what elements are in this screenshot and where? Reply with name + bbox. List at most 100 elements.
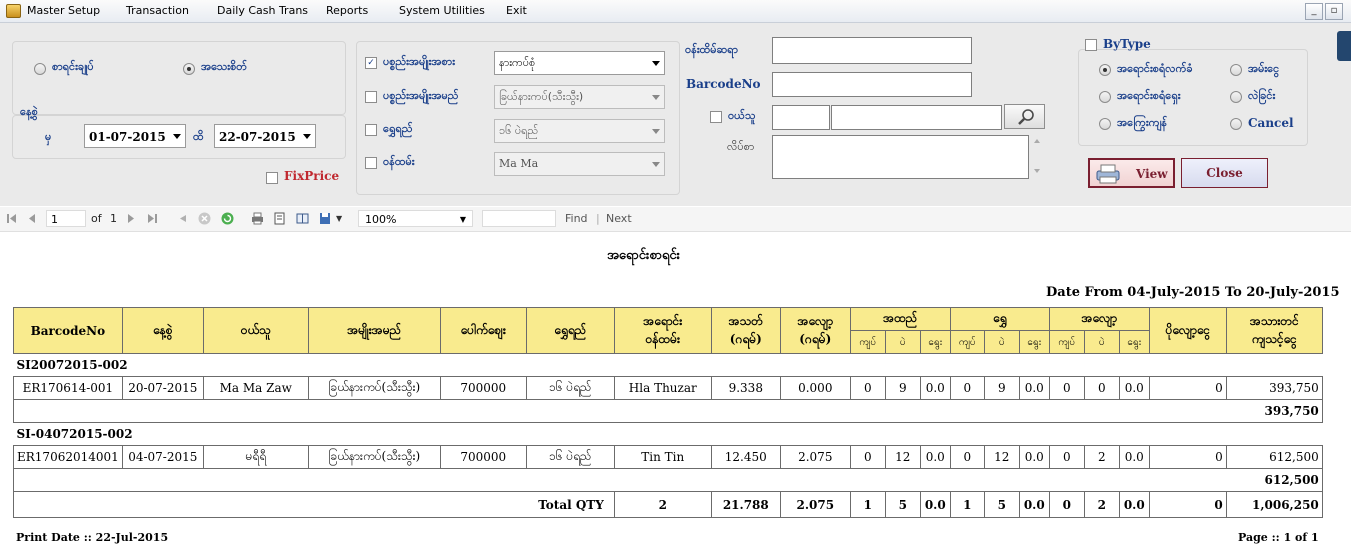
cell-customer: မရီရီ (202, 445, 309, 469)
radio-opt6[interactable] (1230, 118, 1242, 130)
filter-panel: စာရင်းချုပ် အသေးစိတ် နေ့စွဲ မှ 01-07-201… (0, 23, 1351, 206)
cell-loss-yway: 0.0 (1118, 376, 1150, 400)
staff-select[interactable]: Ma Ma (494, 152, 665, 176)
total-net-yway: 0.0 (919, 491, 951, 518)
page-setup-icon[interactable] (296, 212, 309, 225)
subtotal-row: 393,750 (13, 399, 1323, 423)
radio-opt2[interactable] (1230, 64, 1242, 76)
search-icon (1018, 109, 1034, 125)
minimize-button[interactable]: _ (1305, 3, 1323, 20)
barcode-input[interactable] (772, 72, 972, 97)
chevron-down-icon (652, 61, 660, 66)
page-number-input[interactable]: 1 (46, 210, 86, 227)
address-input[interactable] (772, 135, 1029, 179)
menu-daily-cash-trans[interactable]: Daily Cash Trans (217, 4, 308, 17)
total-loss-yway: 0.0 (1118, 491, 1150, 518)
radio-opt1[interactable] (1099, 64, 1111, 76)
to-date-picker[interactable]: 22-07-2015 (214, 124, 316, 148)
customer-checkbox[interactable] (710, 111, 722, 123)
cell-loss-weight: 2.075 (779, 445, 851, 469)
customer-search-button[interactable] (1004, 104, 1045, 129)
from-date-picker[interactable]: 01-07-2015 (84, 124, 186, 148)
zoom-select[interactable]: 100% ▼ (358, 210, 473, 227)
stop-icon[interactable] (198, 212, 211, 225)
chevron-down-icon (652, 162, 660, 167)
item-name-value: ခြယ်နားကပ်(သီးသွီး) (499, 90, 584, 103)
menu-reports[interactable]: Reports (326, 4, 368, 17)
col-seller-line1: အရောင်း (643, 313, 683, 328)
prev-page-icon[interactable] (25, 212, 38, 225)
menu-system-utilities[interactable]: System Utilities (399, 4, 485, 17)
col-total: အသားတင် ကျသင့်ငွေ (1225, 307, 1323, 354)
menu-exit[interactable]: Exit (506, 4, 527, 17)
customer-code-input[interactable] (772, 105, 830, 130)
next-page-icon[interactable] (124, 212, 137, 225)
customer-name-input[interactable] (831, 105, 1002, 130)
bytype-checkbox[interactable] (1085, 39, 1097, 51)
radio-opt3[interactable] (1099, 91, 1111, 103)
gold-label: ရွှေရည် (383, 122, 413, 135)
total-pages: 1 (110, 212, 117, 225)
back-icon[interactable] (177, 212, 190, 225)
total-net-weight: 21.788 (710, 491, 781, 518)
gold-select[interactable]: ၁၆ ပဲရည် (494, 119, 665, 143)
item-type-select[interactable]: နားကပ်စုံ (494, 51, 665, 75)
col-seller: အရောင်း ဝန်ထမ်း (613, 307, 712, 354)
find-separator: | (596, 212, 600, 225)
view-button[interactable]: View (1088, 158, 1175, 188)
cell-gold-pe: 12 (983, 445, 1020, 469)
next-link[interactable]: Next (606, 212, 632, 225)
radio-summary[interactable] (34, 63, 46, 75)
restore-button[interactable]: ▫ (1325, 3, 1343, 20)
chevron-down-icon (652, 95, 660, 100)
cell-gold-yway: 0.0 (1018, 445, 1050, 469)
first-page-icon[interactable] (5, 212, 18, 225)
fixprice-checkbox[interactable] (266, 172, 278, 184)
cell-price: 700000 (439, 376, 527, 400)
item-name-checkbox[interactable] (365, 91, 377, 103)
total-gold-yway: 0.0 (1018, 491, 1050, 518)
find-link[interactable]: Find (565, 212, 588, 225)
menu-transaction[interactable]: Transaction (126, 4, 189, 17)
radio-detail[interactable] (183, 63, 195, 75)
col-gold: ရွှေရည် (525, 307, 615, 354)
voucher-input[interactable] (772, 37, 972, 64)
of-label: of (91, 212, 102, 225)
sub-yway: ရွေး (919, 330, 951, 354)
opt5-label: အကြွေးကျန် (1117, 116, 1167, 129)
report-kind-group (12, 41, 346, 115)
last-page-icon[interactable] (145, 212, 158, 225)
address-scrollbar[interactable] (1032, 135, 1042, 179)
staff-checkbox[interactable] (365, 157, 377, 169)
radio-opt5[interactable] (1099, 118, 1111, 130)
item-name-select[interactable]: ခြယ်နားကပ်(သီးသွီး) (494, 85, 665, 109)
radio-opt4[interactable] (1230, 91, 1242, 103)
side-help-tab[interactable] (1337, 31, 1351, 61)
cell-net-weight: 9.338 (710, 376, 781, 400)
print-layout-icon[interactable] (273, 212, 286, 225)
opt6-label: Cancel (1248, 116, 1294, 130)
close-button[interactable]: Close (1181, 158, 1268, 188)
cell-item-name: ခြယ်နားကပ်(သီးသွီး) (307, 376, 441, 400)
report-table: BarcodeNo နေ့စွဲ ဝယ်သူ အမျိုးအမည် ပေါက်စ… (13, 307, 1323, 518)
voucher-row: SI-04072015-002 (13, 422, 1323, 446)
total-loss-kyat: 0 (1048, 491, 1085, 518)
refresh-icon[interactable] (221, 212, 234, 225)
cell-seller: Hla Thuzar (613, 376, 712, 400)
col-barcode: BarcodeNo (13, 307, 123, 354)
item-type-checkbox[interactable]: ✓ (365, 57, 377, 69)
report-toolbar: 1 of 1 ▼ 100% ▼ Find | Next (0, 207, 1351, 232)
subtotal-row: 612,500 (13, 468, 1323, 492)
zoom-value: 100% (365, 213, 397, 226)
cell-net-kyat: 0 (849, 376, 886, 400)
from-date-value: 01-07-2015 (89, 130, 166, 144)
total-loss-pe: 2 (1083, 491, 1120, 518)
menu-master-setup[interactable]: Master Setup (27, 4, 100, 17)
report-date-range: Date From 04-July-2015 To 20-July-2015 (1046, 285, 1340, 300)
print-icon[interactable] (251, 212, 264, 225)
export-icon[interactable] (319, 212, 332, 225)
export-dropdown-icon[interactable]: ▼ (336, 214, 342, 223)
to-date-value: 22-07-2015 (219, 130, 296, 144)
gold-checkbox[interactable] (365, 124, 377, 136)
find-input[interactable] (482, 210, 556, 227)
